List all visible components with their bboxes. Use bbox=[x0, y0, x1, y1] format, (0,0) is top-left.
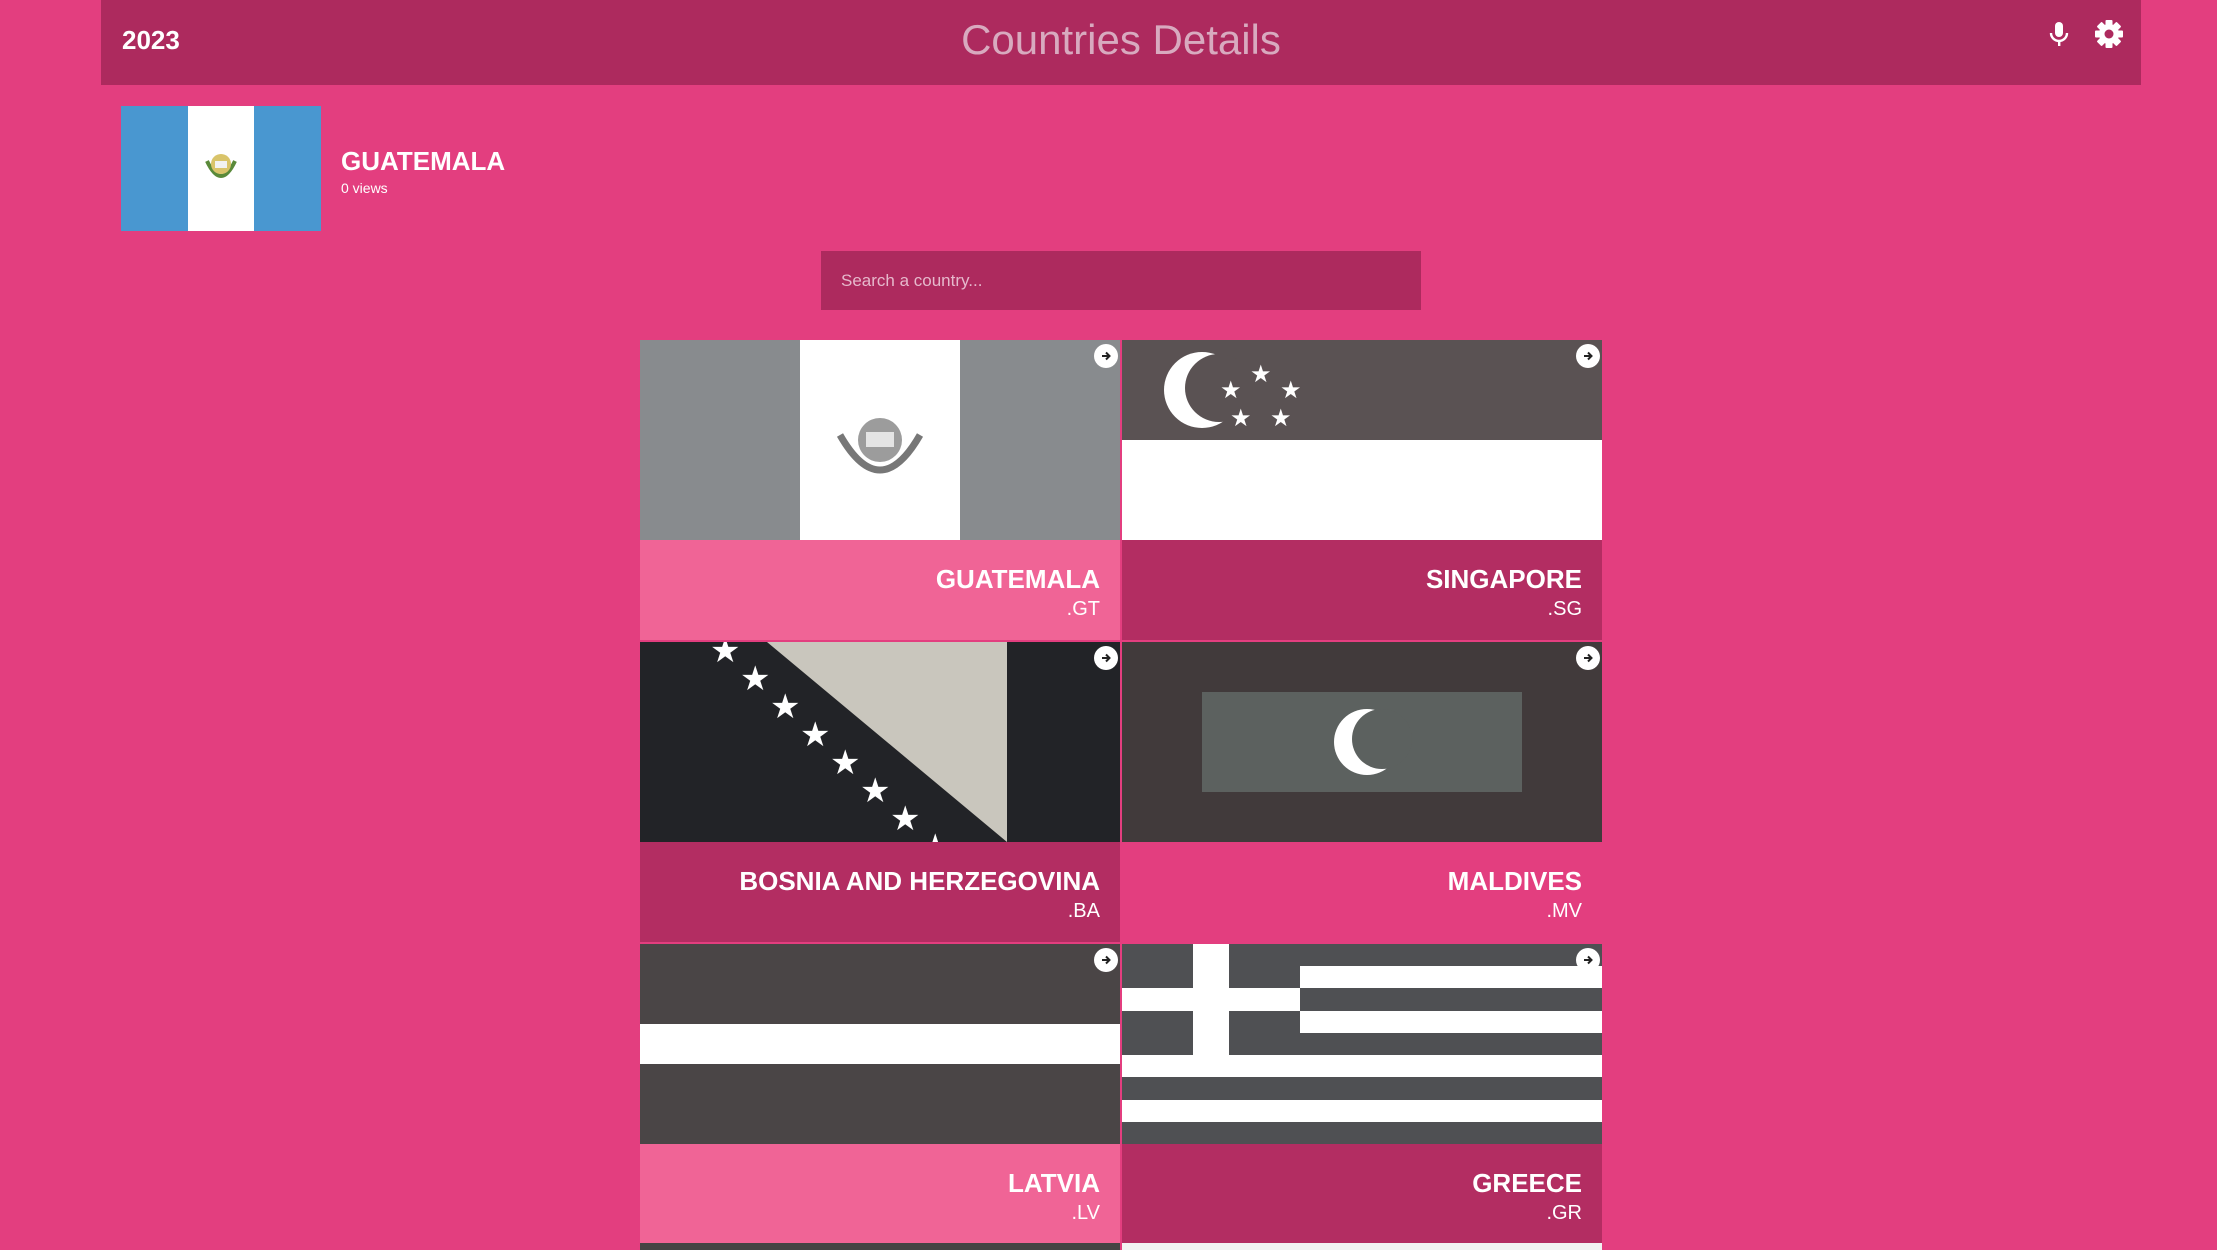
card-footer: SINGAPORE .SG bbox=[1122, 540, 1602, 640]
bosnia-flag-image: ★★★ ★★★ ★★ bbox=[640, 642, 1120, 842]
card-footer: BOSNIA AND HERZEGOVINA .BA bbox=[640, 842, 1120, 942]
country-code: .GR bbox=[1546, 1202, 1582, 1224]
guatemala-flag-image bbox=[121, 106, 321, 231]
country-card-singapore[interactable]: ★ ★ ★ ★ ★ SINGAPORE .SG bbox=[1122, 340, 1602, 640]
country-card-maldives[interactable]: MALDIVES .MV bbox=[1122, 642, 1602, 942]
svg-text:★: ★ bbox=[710, 642, 740, 671]
arrow-right-icon[interactable] bbox=[1576, 646, 1600, 670]
country-code: .BA bbox=[1067, 900, 1100, 922]
svg-text:★: ★ bbox=[1220, 376, 1242, 404]
country-name: LATVIA bbox=[1008, 1168, 1100, 1198]
next-row-preview bbox=[640, 1243, 1602, 1250]
country-name: MALDIVES bbox=[1447, 866, 1582, 896]
selected-country-name: GUATEMALA bbox=[341, 146, 506, 176]
svg-text:★: ★ bbox=[920, 827, 950, 842]
maldives-flag-image bbox=[1122, 642, 1602, 842]
guatemala-flag-image bbox=[640, 340, 1120, 540]
country-name: BOSNIA AND HERZEGOVINA bbox=[739, 866, 1100, 896]
arrow-right-icon[interactable] bbox=[1094, 344, 1118, 368]
svg-text:★: ★ bbox=[860, 771, 890, 811]
country-card-latvia[interactable]: LATVIA .LV bbox=[640, 944, 1120, 1244]
country-name: SINGAPORE bbox=[1425, 564, 1582, 594]
svg-text:★: ★ bbox=[1230, 404, 1252, 432]
country-name: GUATEMALA bbox=[935, 564, 1100, 594]
country-card-guatemala[interactable]: GUATEMALA .GT bbox=[640, 340, 1120, 640]
selected-country-views: 0 views bbox=[341, 180, 388, 196]
country-card-bosnia-and-herzegovina[interactable]: ★★★ ★★★ ★★ BOSNIA AND HERZEGOVINA .BA bbox=[640, 642, 1120, 942]
app-title: Countries Details bbox=[961, 16, 1281, 63]
card-footer: GUATEMALA .GT bbox=[640, 540, 1120, 640]
arrow-right-icon[interactable] bbox=[1576, 948, 1600, 972]
svg-text:★: ★ bbox=[1270, 404, 1292, 432]
gear-icon[interactable] bbox=[2093, 18, 2125, 50]
search-input[interactable] bbox=[821, 251, 1421, 310]
svg-text:★: ★ bbox=[770, 687, 800, 727]
card-footer: GREECE .GR bbox=[1122, 1144, 1602, 1244]
card-footer: MALDIVES .MV bbox=[1122, 842, 1602, 942]
arrow-right-icon[interactable] bbox=[1094, 646, 1118, 670]
country-name: GREECE bbox=[1472, 1168, 1582, 1198]
svg-text:★: ★ bbox=[740, 659, 770, 699]
country-code: .LV bbox=[1071, 1202, 1100, 1224]
svg-text:★: ★ bbox=[800, 715, 830, 755]
svg-text:★: ★ bbox=[890, 799, 920, 839]
card-footer: LATVIA .LV bbox=[640, 1144, 1120, 1244]
arrow-right-icon[interactable] bbox=[1576, 344, 1600, 368]
greece-flag-image bbox=[1122, 944, 1602, 1144]
country-code: .SG bbox=[1547, 598, 1582, 620]
country-code: .MV bbox=[1546, 900, 1582, 922]
country-code: .GT bbox=[1066, 598, 1100, 620]
svg-text:★: ★ bbox=[1250, 360, 1272, 388]
arrow-right-icon[interactable] bbox=[1094, 948, 1118, 972]
countries-grid: GUATEMALA .GT ★ ★ ★ ★ ★ SINGAPORE .SG ★ … bbox=[640, 340, 1602, 1250]
svg-text:★: ★ bbox=[830, 743, 860, 783]
svg-text:★: ★ bbox=[1280, 376, 1302, 404]
singapore-flag-image: ★ ★ ★ ★ ★ bbox=[1122, 340, 1602, 540]
microphone-icon[interactable] bbox=[2043, 18, 2075, 50]
country-card-greece[interactable]: GREECE .GR bbox=[1122, 944, 1602, 1244]
latvia-flag-image bbox=[640, 944, 1120, 1144]
top-bar: 2023 Countries Details bbox=[101, 0, 2141, 85]
